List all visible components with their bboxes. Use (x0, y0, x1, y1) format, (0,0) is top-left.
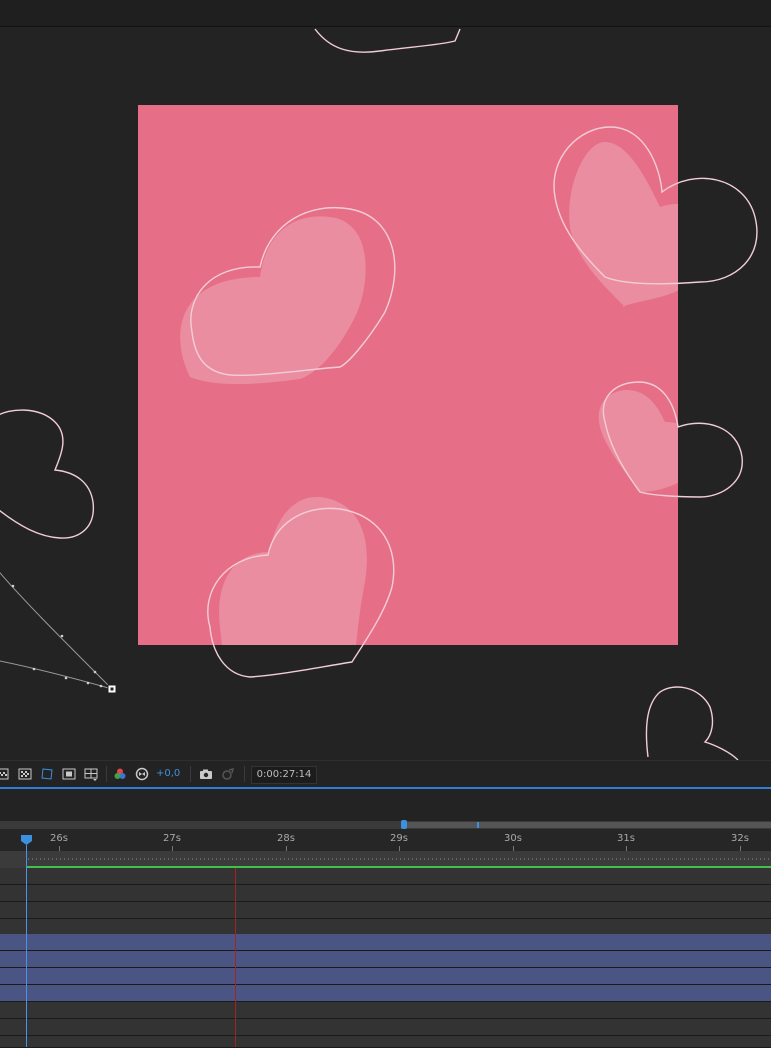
heart-outline-5[interactable] (0, 409, 95, 539)
reset-exposure-icon[interactable] (135, 767, 149, 781)
mask-path-icon[interactable] (40, 767, 54, 781)
current-time-display[interactable]: 0:00:27:14 (251, 766, 317, 784)
transparency-grid-icon[interactable] (0, 767, 10, 781)
motion-keyframe-dot[interactable] (64, 676, 68, 680)
exposure-value[interactable]: +0,0 (156, 768, 180, 779)
heart-outline-6[interactable] (314, 28, 461, 53)
playhead-line[interactable] (26, 845, 27, 1047)
cache-indicator (28, 858, 771, 860)
safe-zones-icon[interactable] (62, 767, 76, 781)
camera-snapshot-icon[interactable] (199, 767, 213, 781)
top-panel-bar (0, 0, 771, 27)
toolbar-separator (190, 766, 191, 782)
toolbar-separator (244, 766, 245, 782)
viewer-canvas[interactable] (0, 27, 771, 760)
motion-keyframe-dot[interactable] (99, 684, 103, 688)
heart-outline-7[interactable] (645, 686, 739, 760)
ruler-label: 31s (617, 833, 635, 844)
timeline-track[interactable] (0, 868, 771, 885)
motion-path-upper[interactable] (0, 567, 113, 690)
composition-viewer[interactable] (0, 27, 771, 760)
viewer-toolbar: +0,0 0:00:27:14 (0, 760, 771, 788)
layer-bar[interactable] (0, 985, 771, 1002)
anchor-point-center (110, 687, 114, 691)
timeline-header (0, 789, 771, 821)
time-navigator-bar[interactable] (404, 822, 771, 828)
layer-bar[interactable] (0, 968, 771, 985)
layer-bar[interactable] (0, 934, 771, 951)
motion-keyframe-dot[interactable] (32, 667, 36, 671)
ruler-label: 32s (731, 833, 749, 844)
timeline-track[interactable] (0, 902, 771, 919)
show-snapshot-icon[interactable] (221, 767, 235, 781)
motion-keyframe-dot[interactable] (11, 584, 15, 588)
timeline-track[interactable] (0, 1002, 771, 1019)
time-navigator-marker (477, 822, 479, 828)
region-of-interest-icon[interactable] (18, 767, 32, 781)
toolbar-separator (106, 766, 107, 782)
grid-guides-icon[interactable] (84, 767, 98, 781)
motion-keyframe-dot[interactable] (86, 681, 90, 685)
ruler-label: 29s (390, 833, 408, 844)
ruler-label: 26s (50, 833, 68, 844)
motion-keyframe-dot[interactable] (60, 634, 64, 638)
ruler-label: 28s (277, 833, 295, 844)
color-channels-icon[interactable] (113, 767, 127, 781)
time-navigator-start-handle[interactable] (401, 820, 407, 829)
motion-path-lower[interactable] (0, 660, 113, 690)
ruler-label: 27s (163, 833, 181, 844)
comp-end-marker (235, 868, 236, 1047)
layer-bar[interactable] (0, 951, 771, 968)
timeline-track[interactable] (0, 1036, 771, 1048)
timeline-track[interactable] (0, 1019, 771, 1036)
ruler-label: 30s (504, 833, 522, 844)
timeline-track[interactable] (0, 885, 771, 902)
time-ruler[interactable] (0, 829, 771, 851)
motion-keyframe-dot[interactable] (93, 670, 97, 674)
